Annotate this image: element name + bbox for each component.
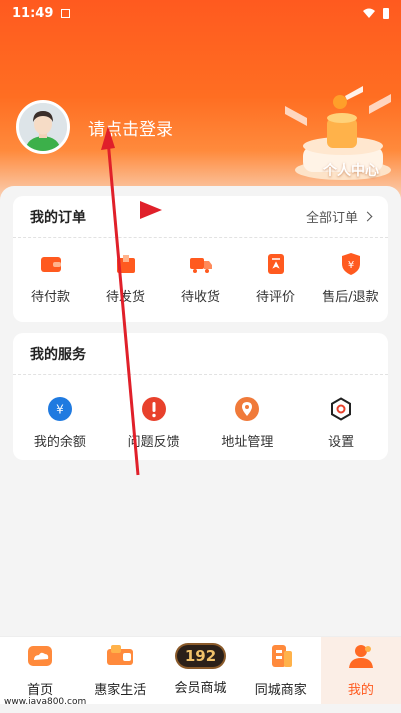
order-pending-review[interactable]: 待评价 [238, 252, 313, 305]
order-pending-shipment[interactable]: 待发货 [88, 252, 163, 305]
order-pending-payment[interactable]: 待付款 [13, 252, 88, 305]
tab-life[interactable]: 惠家生活 [80, 637, 160, 704]
order-item-label: 待发货 [105, 290, 145, 305]
svg-text:¥: ¥ [56, 403, 64, 417]
order-item-label: 待评价 [255, 290, 295, 305]
all-orders-link[interactable]: 全部订单 [306, 207, 373, 226]
package-icon [116, 255, 135, 273]
status-bar: 11:49 [0, 0, 401, 26]
order-pending-receipt[interactable]: 待收货 [163, 252, 238, 305]
tab-home[interactable]: 首页 [0, 637, 80, 704]
order-after-sales[interactable]: ¥ 售后/退款 [313, 252, 388, 305]
service-item-label: 地址管理 [221, 435, 274, 450]
service-item-label: 我的余额 [33, 435, 86, 450]
tab-label: 同城商家 [254, 683, 307, 698]
service-settings[interactable]: 设置 [296, 397, 386, 450]
truck-icon [189, 258, 212, 273]
user-login-row[interactable]: 请点击登录 [16, 100, 173, 154]
service-address[interactable]: 地址管理 [202, 397, 292, 450]
location-pin-icon [235, 397, 260, 421]
wallet-icon [40, 257, 61, 272]
member-mall-badge: 192 [176, 645, 225, 667]
tab-mine[interactable]: 我的 [320, 637, 401, 704]
gear-icon [331, 397, 352, 421]
tab-label: 首页 [27, 683, 54, 698]
home-cloud-icon [28, 646, 53, 666]
orders-title: 我的订单 [30, 209, 86, 226]
services-card: 我的服务 ¥ 我的余额 问题反馈 地址管理 设置 [13, 333, 388, 460]
order-item-label: 待收货 [180, 290, 220, 305]
personal-center-label: 个人中心 [323, 163, 379, 179]
status-time: 11:49 [12, 5, 54, 21]
all-orders-label[interactable]: 全部订单 [306, 207, 358, 226]
tab-local-merchants[interactable]: 同城商家 [241, 637, 321, 704]
person-icon [348, 645, 373, 668]
services-title: 我的服务 [30, 346, 86, 363]
yen-coin-icon: ¥ [47, 397, 72, 421]
service-item-label: 设置 [328, 435, 355, 450]
battery-icon [383, 7, 389, 19]
cart-icon [107, 645, 134, 665]
exclamation-icon [141, 397, 166, 421]
avatar[interactable] [16, 100, 70, 154]
bottom-strip [0, 704, 401, 713]
bottom-tab-bar: 首页 惠家生活 192 会员商城 同城商家 我的 [0, 636, 401, 704]
tab-label: 会员商城 [174, 681, 227, 696]
default-avatar-icon [19, 103, 67, 151]
tab-member-mall[interactable]: 192 会员商城 [160, 637, 240, 704]
service-feedback[interactable]: 问题反馈 [109, 397, 199, 450]
orders-card: 我的订单 全部订单 待付款 待发货 待收货 待评价 ¥ 售后/退款 [13, 196, 388, 322]
notification-icon [61, 8, 71, 18]
tab-label: 惠家生活 [94, 683, 147, 698]
service-item-label: 问题反馈 [127, 435, 180, 450]
refund-shield-icon: ¥ [341, 253, 360, 275]
order-item-label: 售后/退款 [322, 290, 379, 305]
review-icon [267, 254, 284, 274]
login-prompt[interactable]: 请点击登录 [88, 115, 173, 140]
order-item-label: 待付款 [30, 290, 70, 305]
service-balance[interactable]: ¥ 我的余额 [15, 397, 105, 450]
shop-icon [271, 645, 292, 667]
chevron-right-icon [362, 211, 373, 222]
tab-label: 我的 [347, 683, 374, 698]
wifi-icon [363, 8, 375, 18]
svg-text:¥: ¥ [347, 260, 353, 271]
